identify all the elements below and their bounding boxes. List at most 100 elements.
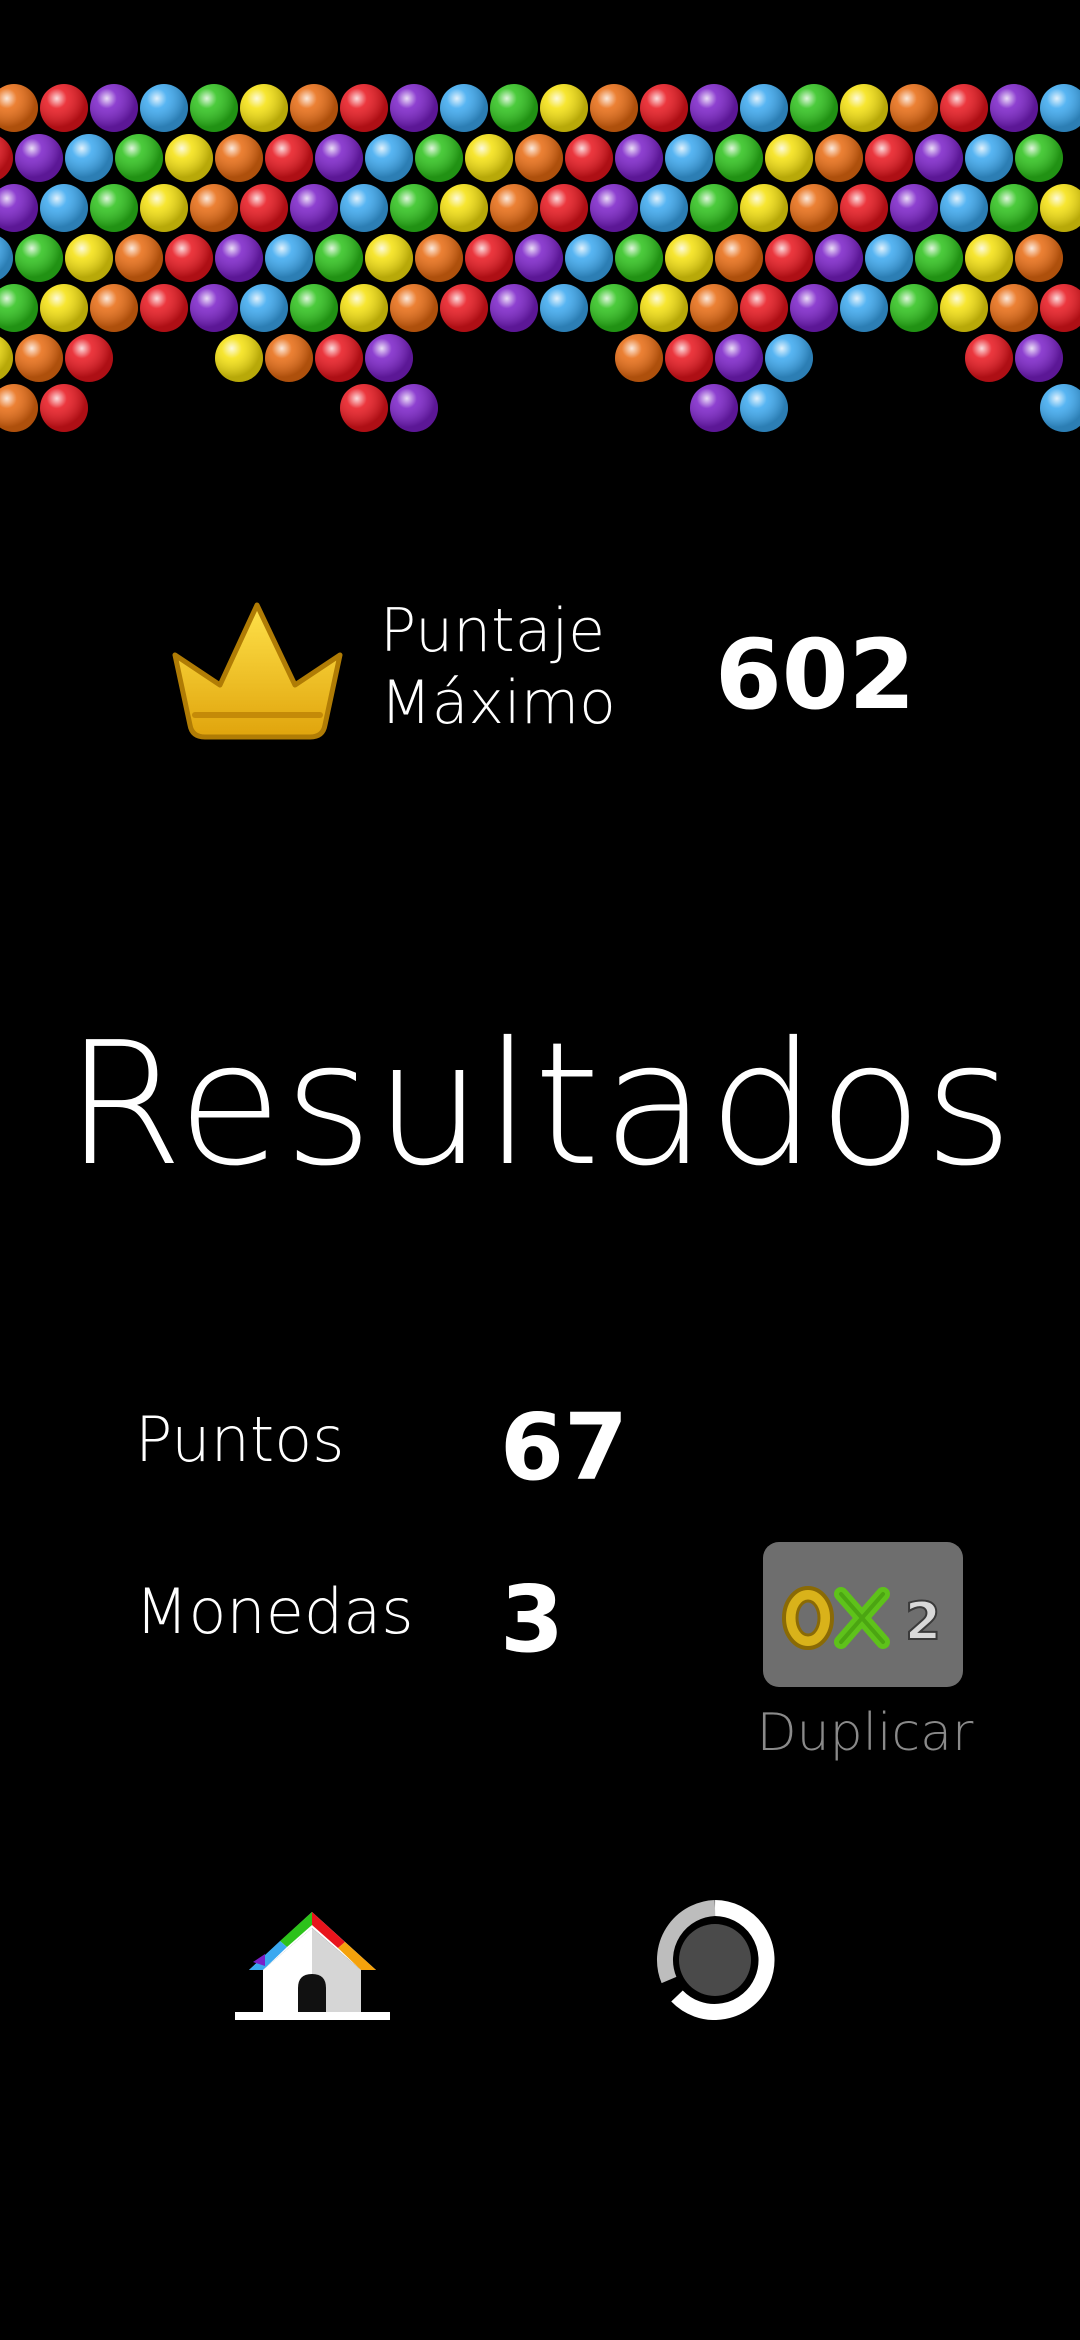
bubble [365,234,413,282]
bubble [890,84,938,132]
bubble [690,84,738,132]
bubble [640,84,688,132]
coins-value: 3 [500,1566,565,1673]
bubble [265,234,313,282]
bubble [840,84,888,132]
bubble [540,184,588,232]
bubble [615,234,663,282]
home-button[interactable] [235,1900,390,2025]
bubble [865,134,913,182]
bubble [565,134,613,182]
bubble [490,184,538,232]
bubble [665,134,713,182]
bubble [115,234,163,282]
bubble [865,234,913,282]
bubble [540,84,588,132]
bubble [890,284,938,332]
bubble [40,384,88,432]
bubble [990,84,1038,132]
bubble [1040,184,1080,232]
crown-icon [172,602,343,740]
bubble [115,134,163,182]
bubble [90,284,138,332]
bubble [40,284,88,332]
bubble [215,334,263,382]
bubble [315,234,363,282]
bubble [965,334,1013,382]
bubble [840,284,888,332]
bubble [690,384,738,432]
bubble [515,234,563,282]
double-coins-button[interactable]: 2 [763,1542,963,1687]
bubble [740,184,788,232]
bubble [715,334,763,382]
bubble [40,84,88,132]
bubble [390,284,438,332]
bubble [15,134,63,182]
bubble [1015,334,1063,382]
bubble [90,84,138,132]
bubble [265,334,313,382]
bubble [240,284,288,332]
bubble [640,184,688,232]
bubble [0,184,38,232]
bubble [340,384,388,432]
highscore-label: Puntaje Máximo [380,595,616,739]
bubble [390,184,438,232]
bubble [240,84,288,132]
bubble [140,284,188,332]
bubble [840,184,888,232]
bubble [715,234,763,282]
bubble [490,284,538,332]
bubble [1015,234,1063,282]
bubble [65,134,113,182]
bubble [415,234,463,282]
bubble [1015,134,1063,182]
bubble [90,184,138,232]
bubble [615,334,663,382]
bubble [365,134,413,182]
bubble [915,234,963,282]
bubble [615,134,663,182]
bubble [665,334,713,382]
bubble [15,334,63,382]
points-label: Puntos [135,1403,345,1476]
bubble [990,284,1038,332]
bubble [0,336,13,380]
double-label: Duplicar [756,1703,974,1763]
bubble [315,334,363,382]
bubble [690,284,738,332]
bubble [190,184,238,232]
bubble [815,134,863,182]
bubble [340,84,388,132]
bubble [190,84,238,132]
bubble [765,334,813,382]
bubble [590,284,638,332]
bubble [740,284,788,332]
bubble [140,184,188,232]
bubble [790,284,838,332]
bubble [240,184,288,232]
bubble [390,384,438,432]
bubble [0,384,38,432]
bubble [390,84,438,132]
bubble [440,284,488,332]
bubble [440,184,488,232]
bubble [165,234,213,282]
multiplier-text: 2 [905,1592,941,1652]
bubble [515,134,563,182]
highscore-value: 602 [715,619,916,731]
bubble [740,84,788,132]
bubble [765,234,813,282]
bubble-field [0,84,1080,432]
replay-button[interactable] [655,1900,775,2020]
bubble [0,236,13,280]
bubble [965,234,1013,282]
bubble [290,184,338,232]
bubble [790,184,838,232]
bubble [265,134,313,182]
bubble [40,184,88,232]
bubble [940,84,988,132]
bubble [715,134,763,182]
bubble [165,134,213,182]
